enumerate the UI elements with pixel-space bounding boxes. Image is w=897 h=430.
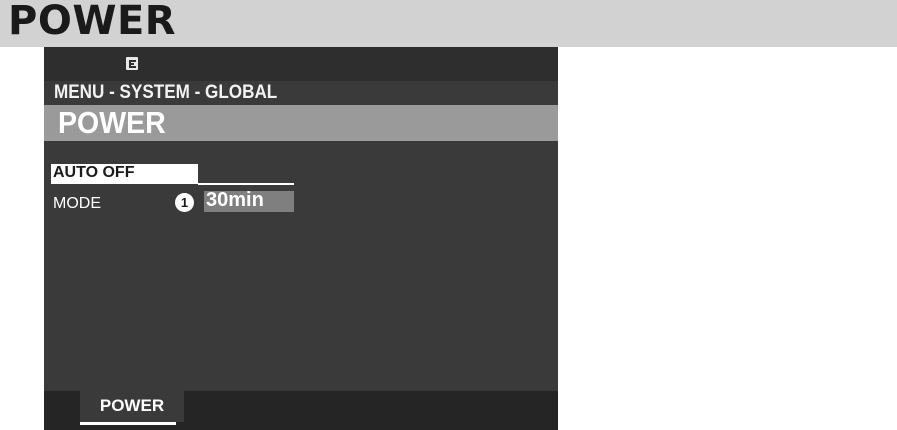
page-title-bar: POWER: [0, 0, 897, 47]
screen-header-text: POWER: [58, 105, 166, 140]
page-title: POWER: [8, 0, 177, 44]
callout-1-marker: 1: [175, 193, 194, 212]
tab-power-label: POWER: [99, 396, 165, 415]
e-icon: [126, 57, 138, 70]
tab-bar: POWER: [44, 391, 558, 430]
auto-off-label-text: AUTO OFF: [53, 164, 135, 181]
breadcrumb-text: MENU - SYSTEM - GLOBAL: [54, 82, 278, 103]
status-row: [44, 47, 558, 81]
auto-off-label[interactable]: AUTO OFF: [51, 164, 198, 184]
screen-header: POWER: [44, 105, 558, 141]
lcd-screen: MENU - SYSTEM - GLOBAL POWER AUTO OFF MO…: [44, 47, 558, 430]
mode-value[interactable]: 30min: [204, 189, 294, 212]
mode-value-text: 30min: [206, 189, 264, 211]
mode-label: MODE: [53, 195, 101, 212]
tab-selected-indicator: [80, 422, 176, 425]
cursor-underline: [198, 183, 294, 185]
breadcrumb: MENU - SYSTEM - GLOBAL: [44, 81, 558, 105]
tab-power[interactable]: POWER: [80, 391, 184, 422]
